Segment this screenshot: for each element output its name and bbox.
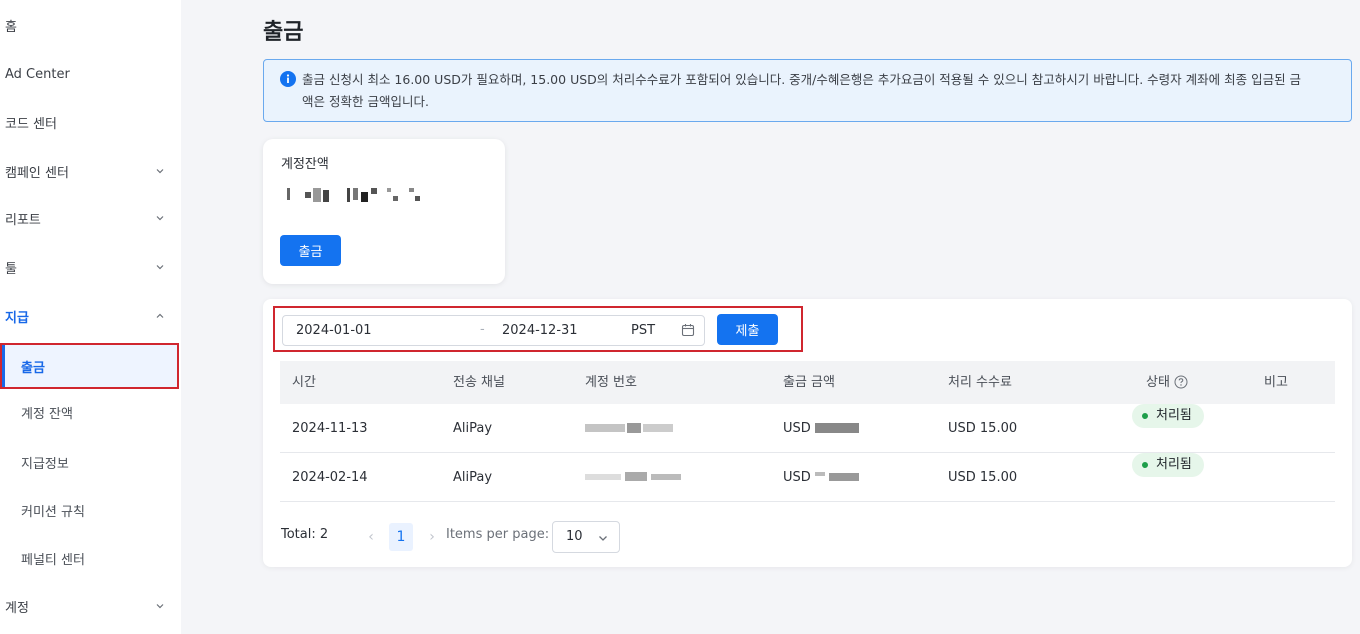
cell-amount-prefix: USD xyxy=(783,421,811,436)
sidebar-item-commission-rules[interactable]: 커미션 규칙 xyxy=(0,488,181,532)
sidebar-item-campaign-center[interactable]: 캠페인 센터 xyxy=(0,149,181,193)
prev-page-button[interactable]: ‹ xyxy=(359,523,383,551)
sidebar-item-label: 툴 xyxy=(5,261,17,277)
table-header: 시간 전송 채널 계정 번호 출금 금액 처리 수수료 상태 비고 xyxy=(280,361,1335,404)
items-per-page-select[interactable]: 10 xyxy=(552,521,620,553)
column-header-status-label: 상태 xyxy=(1146,375,1170,390)
cell-channel: AliPay xyxy=(453,421,493,436)
items-per-page-label: Items per page: xyxy=(446,527,550,542)
main-content: 출금 출금 신청시 최소 16.00 USD가 필요하며, 15.00 USD의… xyxy=(181,0,1360,634)
timezone-label: PST xyxy=(631,323,656,338)
balance-card: 계정잔액 출금 xyxy=(263,139,505,284)
sidebar-item-label: 지급 xyxy=(5,310,29,326)
notice-banner: 출금 신청시 최소 16.00 USD가 필요하며, 15.00 USD의 처리… xyxy=(263,59,1352,122)
notice-text: 출금 신청시 최소 16.00 USD가 필요하며, 15.00 USD의 처리… xyxy=(302,72,1302,109)
sidebar-item-label: 페널티 센터 xyxy=(21,552,85,568)
cell-time: 2024-11-13 xyxy=(292,421,368,436)
masked-amount xyxy=(815,472,859,481)
items-per-page-value: 10 xyxy=(566,529,583,544)
submit-button[interactable]: 제출 xyxy=(717,314,778,345)
chevron-down-icon xyxy=(597,532,609,544)
sidebar-item-label: 코드 센터 xyxy=(5,116,57,132)
column-header-amount: 출금 금액 xyxy=(783,375,835,390)
masked-amount xyxy=(815,423,859,433)
sidebar-item-penalty-center[interactable]: 페널티 센터 xyxy=(0,536,181,580)
chevron-down-icon xyxy=(154,600,166,612)
sidebar-item-account[interactable]: 계정 xyxy=(0,584,181,628)
chevron-down-icon xyxy=(154,261,166,273)
sidebar-item-withdraw[interactable]: 출금 xyxy=(0,343,179,389)
cell-time: 2024-02-14 xyxy=(292,470,368,485)
table-row: 2024-02-14 AliPay USD USD 15.00 처리됨 xyxy=(280,453,1335,502)
pagination-total: Total: 2 xyxy=(281,527,329,542)
info-icon xyxy=(280,71,296,87)
column-header-time: 시간 xyxy=(292,375,316,390)
cell-channel: AliPay xyxy=(453,470,493,485)
column-header-status: 상태 xyxy=(1146,361,1188,404)
filter-bar: 2024-01-01 - 2024-12-31 PST 제출 xyxy=(273,306,803,352)
calendar-icon[interactable] xyxy=(681,323,695,337)
sidebar-item-payment-info[interactable]: 지급정보 xyxy=(0,440,181,484)
column-header-note: 비고 xyxy=(1264,375,1288,390)
status-badge: 처리됨 xyxy=(1132,404,1204,428)
chevron-down-icon xyxy=(154,212,166,224)
column-header-fee: 처리 수수료 xyxy=(948,375,1012,390)
column-header-account-number: 계정 번호 xyxy=(585,375,637,390)
sidebar-item-label: 커미션 규칙 xyxy=(21,504,85,520)
table-row: 2024-11-13 AliPay USD USD 15.00 처리됨 xyxy=(280,404,1335,453)
sidebar-item-ad-center[interactable]: Ad Center xyxy=(0,52,181,96)
sidebar: 홈 Ad Center 코드 센터 캠페인 센터 리포트 툴 지급 출금 계정 … xyxy=(0,0,181,634)
balance-amount-masked xyxy=(287,188,420,202)
column-header-channel: 전송 채널 xyxy=(453,375,505,390)
next-page-button[interactable]: › xyxy=(420,523,444,551)
masked-account-number xyxy=(585,472,681,481)
cell-fee: USD 15.00 xyxy=(948,470,1018,485)
status-badge: 처리됨 xyxy=(1132,453,1204,477)
help-icon[interactable] xyxy=(1174,375,1188,389)
withdrawal-history-card: 2024-01-01 - 2024-12-31 PST 제출 시간 전송 채널 … xyxy=(263,299,1352,567)
masked-account-number xyxy=(585,423,673,433)
page-title: 출금 xyxy=(263,20,304,45)
sidebar-item-label: 캠페인 센터 xyxy=(5,165,69,181)
cell-amount-prefix: USD xyxy=(783,470,811,485)
sidebar-item-code-center[interactable]: 코드 센터 xyxy=(0,100,181,144)
date-separator: - xyxy=(480,322,485,337)
sidebar-item-payment[interactable]: 지급 xyxy=(0,294,181,338)
withdraw-button[interactable]: 출금 xyxy=(280,235,341,266)
sidebar-item-account-balance[interactable]: 계정 잔액 xyxy=(0,390,181,434)
sidebar-item-label: 출금 xyxy=(21,360,45,376)
page-button-current[interactable]: 1 xyxy=(389,523,413,551)
sidebar-item-label: Ad Center xyxy=(5,66,70,82)
sidebar-item-report[interactable]: 리포트 xyxy=(0,196,181,240)
balance-caption: 계정잔액 xyxy=(281,157,329,172)
chevron-up-icon xyxy=(154,310,166,322)
sidebar-item-home[interactable]: 홈 xyxy=(0,3,181,47)
sidebar-item-label: 지급정보 xyxy=(21,456,69,472)
start-date: 2024-01-01 xyxy=(296,323,372,338)
end-date: 2024-12-31 xyxy=(502,323,578,338)
sidebar-item-tools[interactable]: 툴 xyxy=(0,245,181,289)
chevron-down-icon xyxy=(154,165,166,177)
sidebar-item-label: 리포트 xyxy=(5,212,41,228)
sidebar-item-label: 계정 xyxy=(5,600,29,616)
sidebar-item-label: 홈 xyxy=(5,19,17,35)
date-range-picker[interactable]: 2024-01-01 - 2024-12-31 PST xyxy=(282,315,705,346)
cell-fee: USD 15.00 xyxy=(948,421,1018,436)
sidebar-item-label: 계정 잔액 xyxy=(21,406,73,422)
